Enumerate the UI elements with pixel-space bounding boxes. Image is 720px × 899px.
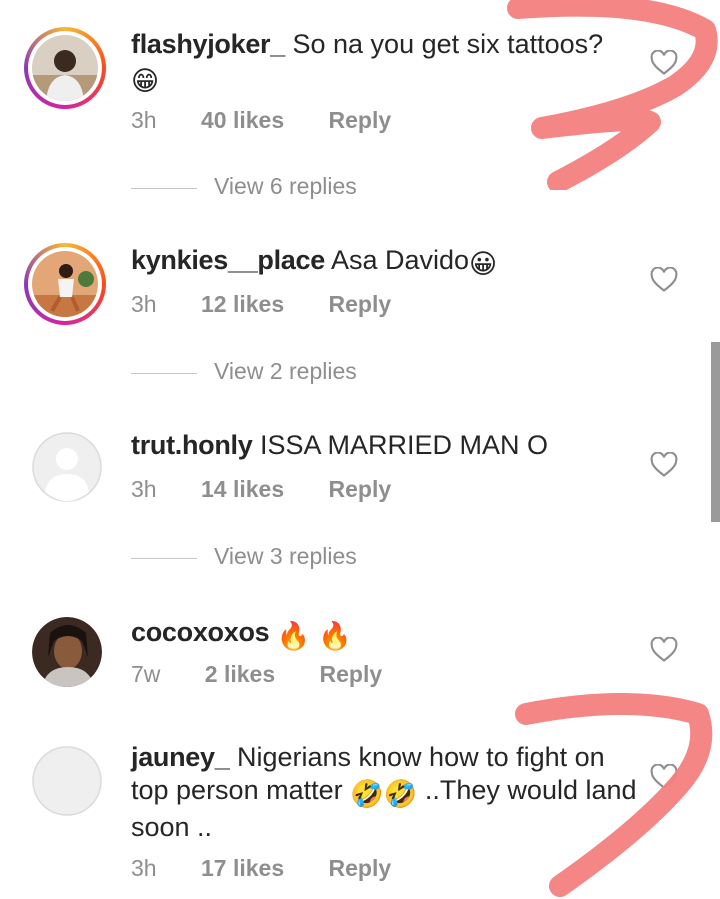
username[interactable]: flashyjoker_	[131, 29, 285, 59]
likes-count[interactable]: 2 likes	[205, 661, 275, 688]
timestamp: 3h	[131, 476, 157, 502]
grinning-emoji: 😀	[469, 249, 498, 279]
red-scribble-top	[507, 0, 718, 190]
username[interactable]: kynkies__place	[131, 245, 325, 275]
grinning-emoji: 😁	[131, 66, 160, 96]
comment-text: ISSA MARRIED MAN O	[260, 430, 549, 460]
heart-outline-icon[interactable]	[650, 267, 678, 293]
comment-body: kynkies__place Asa Davido😀	[131, 244, 631, 281]
view-replies-label: View 3 replies	[214, 543, 357, 569]
comment-meta: 3h 40 likes Reply	[131, 107, 391, 134]
laughing-emoji: 🤣🤣	[350, 779, 418, 809]
heart-outline-icon[interactable]	[650, 637, 678, 663]
comment-meta: 7w 2 likes Reply	[131, 661, 382, 688]
timestamp: 3h	[131, 107, 157, 133]
avatar[interactable]	[32, 617, 102, 687]
heart-outline-icon[interactable]	[650, 452, 678, 478]
reply-button[interactable]: Reply	[329, 476, 392, 503]
comment-meta: 3h 12 likes Reply	[131, 291, 391, 318]
comment-meta: 3h 17 likes Reply	[131, 855, 391, 882]
timestamp: 3h	[131, 291, 157, 317]
comment-meta: 3h 14 likes Reply	[131, 476, 391, 503]
default-avatar-icon[interactable]	[32, 746, 102, 816]
reply-button[interactable]: Reply	[329, 291, 392, 318]
timestamp: 3h	[131, 855, 157, 881]
reply-button[interactable]: Reply	[329, 855, 392, 882]
likes-count[interactable]: 17 likes	[201, 855, 284, 882]
red-scribble-bottom	[515, 693, 713, 897]
comment-text: Asa Davido	[330, 245, 470, 275]
comment-body: cocoxoxos 🔥 🔥	[131, 616, 631, 653]
view-replies-label: View 2 replies	[214, 358, 357, 384]
username[interactable]: cocoxoxos	[131, 617, 270, 647]
reply-button[interactable]: Reply	[329, 107, 392, 134]
comment-body: trut.honly ISSA MARRIED MAN O	[131, 429, 631, 462]
avatar-story-ring[interactable]	[24, 27, 106, 109]
view-replies-label: View 6 replies	[214, 173, 357, 199]
avatar	[32, 35, 98, 101]
reply-button[interactable]: Reply	[320, 661, 383, 688]
timestamp: 7w	[131, 661, 161, 687]
avatar	[32, 251, 98, 317]
likes-count[interactable]: 14 likes	[201, 476, 284, 503]
username[interactable]: trut.honly	[131, 430, 253, 460]
likes-count[interactable]: 12 likes	[201, 291, 284, 318]
username[interactable]: jauney_	[131, 742, 230, 772]
default-avatar-icon[interactable]	[32, 432, 102, 502]
scrollbar-thumb[interactable]	[711, 342, 720, 522]
avatar-story-ring[interactable]	[24, 243, 106, 325]
likes-count[interactable]: 40 likes	[201, 107, 284, 134]
fire-emoji: 🔥 🔥	[276, 621, 352, 651]
